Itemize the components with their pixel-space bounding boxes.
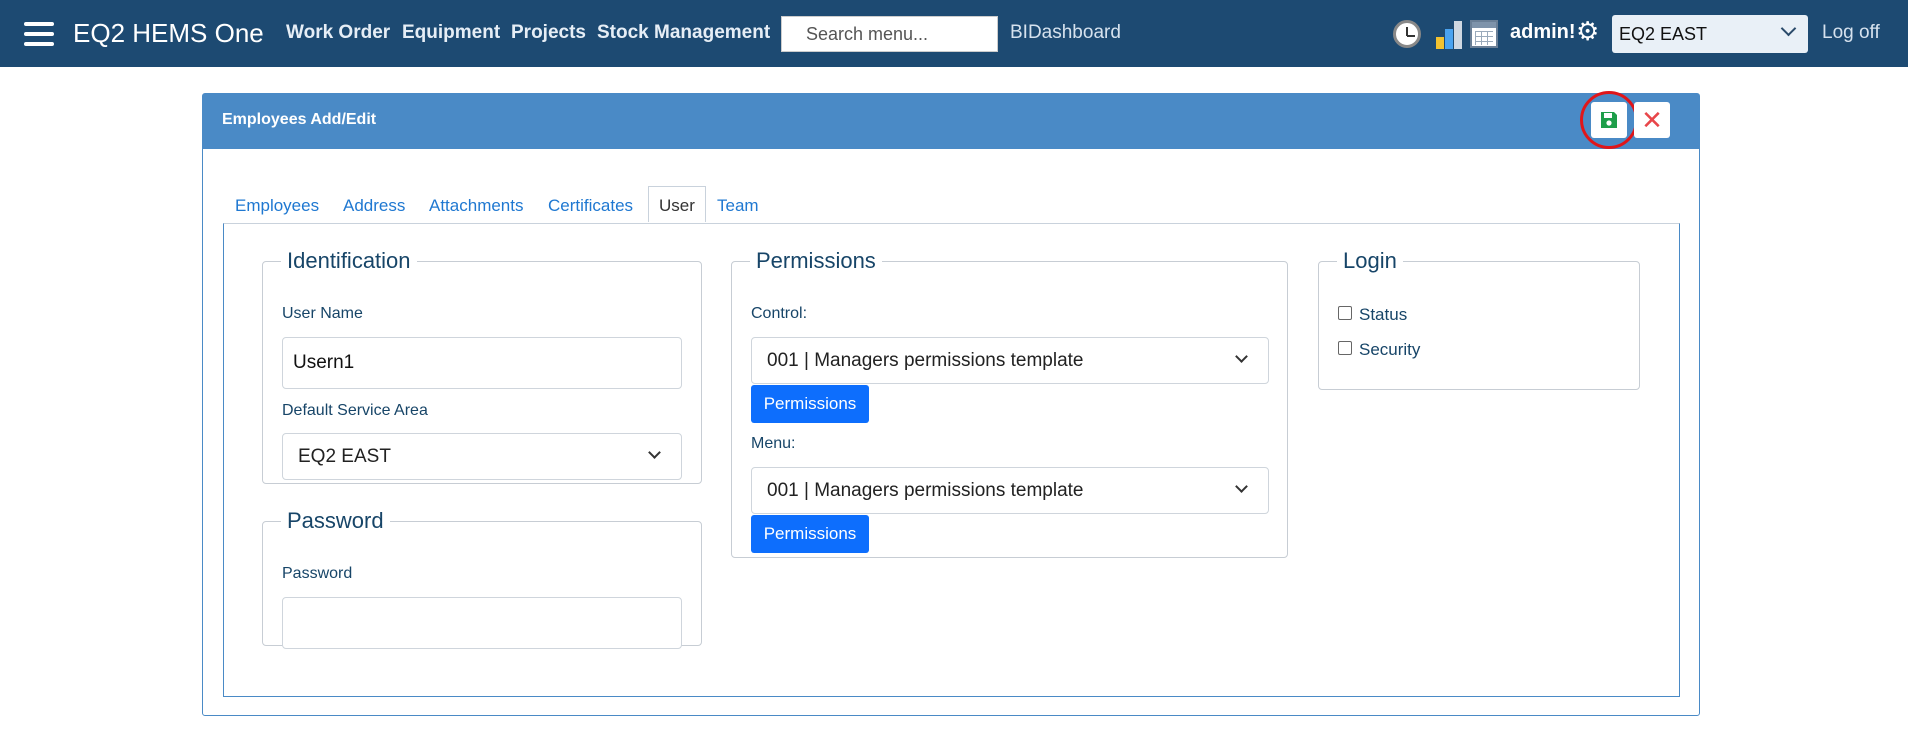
login-legend: Login — [1343, 248, 1397, 273]
password-fieldset: Password Password — [262, 508, 702, 649]
default-service-area-label: Default Service Area — [282, 402, 428, 419]
security-checkbox[interactable] — [1338, 341, 1352, 355]
panel-header: Employees Add/Edit ✕ — [203, 91, 1699, 149]
hamburger-menu-icon[interactable] — [24, 22, 54, 46]
top-navbar: EQ2 HEMS One Work Order Equipment Projec… — [0, 0, 1908, 67]
service-area-value: EQ2 EAST — [1619, 24, 1708, 44]
clock-icon[interactable] — [1393, 20, 1421, 48]
control-permissions-select[interactable]: 001 | Managers permissions template — [751, 337, 1269, 384]
permissions-legend: Permissions — [756, 248, 876, 273]
tab-certificates[interactable]: Certificates — [548, 196, 633, 216]
employees-panel: Employees Add/Edit ✕ Employees Address A… — [202, 91, 1700, 716]
identification-fieldset: Identification User Name Usern1 Default … — [262, 248, 702, 484]
nav-equipment[interactable]: Equipment — [402, 22, 500, 44]
status-checkbox[interactable] — [1338, 306, 1352, 320]
user-name-label: User Name — [282, 305, 363, 322]
tab-attachments[interactable]: Attachments — [429, 196, 524, 216]
service-area-select[interactable]: EQ2 EAST — [1612, 15, 1808, 53]
tab-employees[interactable]: Employees — [235, 196, 319, 216]
tab-team[interactable]: Team — [717, 196, 759, 216]
menu-permissions-button[interactable]: Permissions — [751, 515, 869, 553]
user-tab-content: Identification User Name Usern1 Default … — [223, 223, 1680, 697]
default-service-area-select[interactable]: EQ2 EAST — [282, 433, 682, 480]
menu-permissions-value: 001 | Managers permissions template — [767, 480, 1084, 501]
gear-icon[interactable]: ⚙ — [1576, 16, 1599, 47]
password-legend: Password — [287, 508, 384, 533]
tab-user[interactable]: User — [648, 186, 706, 222]
login-fieldset: Login Status Security — [1318, 248, 1640, 390]
menu-permissions-select[interactable]: 001 | Managers permissions template — [751, 467, 1269, 514]
password-input[interactable] — [282, 597, 682, 649]
identification-legend: Identification — [287, 248, 411, 273]
calendar-icon[interactable] — [1470, 20, 1498, 48]
password-label: Password — [282, 565, 353, 582]
status-checkbox-label: Status — [1359, 305, 1408, 324]
chevron-down-icon — [648, 446, 661, 459]
control-permissions-value: 001 | Managers permissions template — [767, 350, 1084, 371]
close-button[interactable]: ✕ — [1634, 102, 1670, 138]
log-off-link[interactable]: Log off — [1822, 22, 1880, 44]
chevron-down-icon — [1780, 20, 1797, 37]
nav-projects[interactable]: Projects — [511, 22, 586, 44]
search-menu-input[interactable]: Search menu... — [781, 16, 998, 52]
app-brand[interactable]: EQ2 HEMS One — [73, 18, 264, 49]
permissions-fieldset: Permissions Control: 001 | Managers perm… — [731, 248, 1288, 558]
panel-title: Employees Add/Edit — [222, 111, 377, 128]
highlight-ring — [1580, 91, 1638, 149]
default-service-area-value: EQ2 EAST — [298, 446, 391, 467]
nav-work-order[interactable]: Work Order — [286, 22, 390, 44]
bar-chart-icon[interactable] — [1434, 19, 1464, 49]
nav-bi-dashboard[interactable]: BIDashboard — [1010, 22, 1121, 44]
chevron-down-icon — [1235, 480, 1248, 493]
control-label: Control: — [751, 305, 808, 322]
close-icon: ✕ — [1641, 105, 1663, 135]
menu-label: Menu: — [751, 435, 796, 452]
user-name: admin! — [1510, 21, 1576, 43]
security-checkbox-label: Security — [1359, 340, 1421, 359]
nav-stock-management[interactable]: Stock Management — [597, 22, 770, 44]
control-permissions-button[interactable]: Permissions — [751, 385, 869, 423]
chevron-down-icon — [1235, 350, 1248, 363]
tab-address[interactable]: Address — [343, 196, 405, 216]
user-name-input[interactable]: Usern1 — [282, 337, 682, 389]
